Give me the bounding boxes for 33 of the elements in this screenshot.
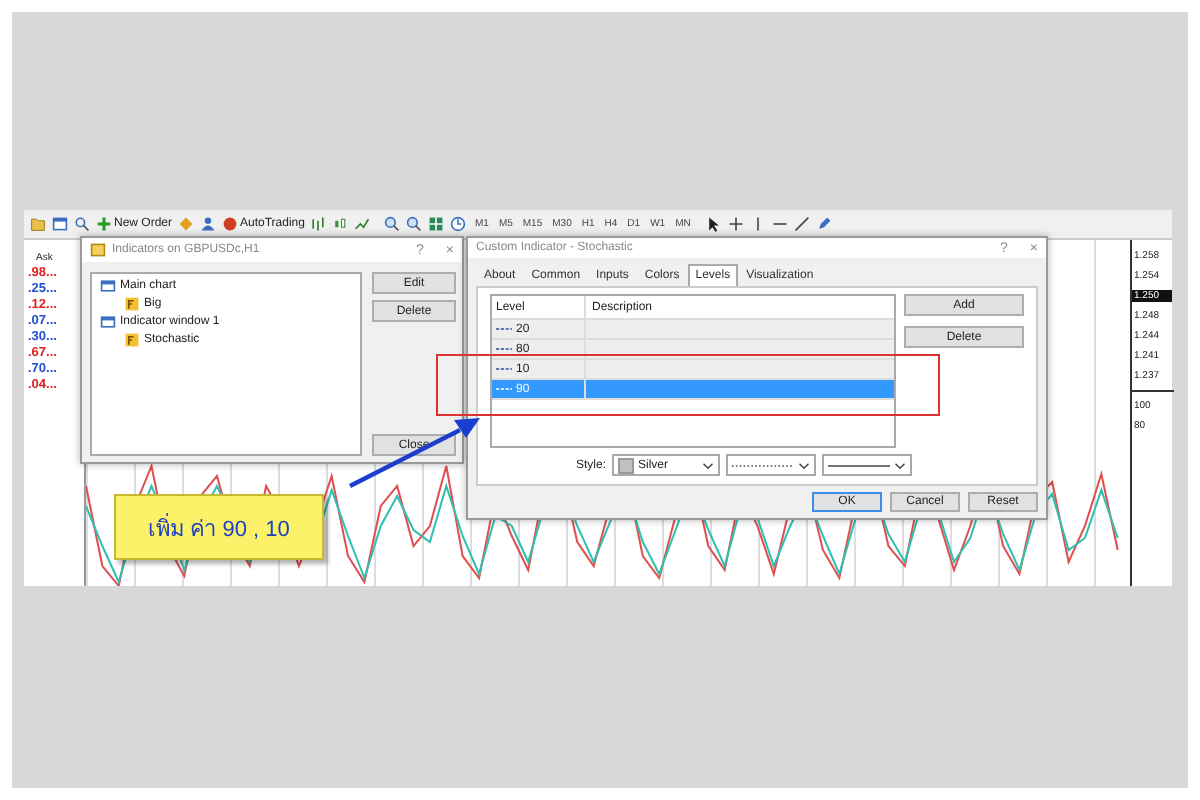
line-style-dropdown[interactable] — [726, 454, 816, 476]
indicator-icon — [124, 296, 140, 312]
grid-icon[interactable] — [428, 216, 445, 232]
trend-line-icon[interactable] — [794, 216, 811, 232]
window-icon — [90, 242, 106, 258]
crosshair-icon[interactable] — [728, 216, 745, 232]
callout-text: เพิ่ม ค่า 90 , 10 — [148, 511, 290, 545]
folder-icon[interactable] — [30, 216, 46, 232]
pencil-icon[interactable] — [816, 216, 833, 232]
level-line-icon — [496, 364, 512, 374]
solid-line-icon — [828, 461, 890, 469]
cursor-icon[interactable] — [706, 216, 723, 232]
chevron-down-icon — [702, 461, 714, 469]
level-line-icon — [496, 324, 512, 334]
chart-window-icon — [100, 314, 116, 330]
dotted-line-icon — [732, 461, 794, 469]
candlestick-icon[interactable] — [332, 216, 349, 232]
zoom-out-icon[interactable] — [406, 216, 423, 232]
search-icon[interactable] — [74, 216, 90, 232]
zoom-in-icon[interactable] — [384, 216, 401, 232]
level-line-icon — [496, 344, 512, 354]
bar-chart-icon[interactable] — [310, 216, 327, 232]
line-chart-icon[interactable] — [354, 216, 371, 232]
clock-icon[interactable] — [450, 216, 467, 232]
chart-window-icon — [100, 278, 116, 294]
chevron-down-icon — [894, 461, 906, 469]
window-icon[interactable] — [52, 216, 68, 232]
person-icon[interactable] — [200, 216, 217, 232]
level-line-icon — [496, 384, 512, 394]
plus-icon — [96, 216, 112, 232]
chevron-down-icon — [798, 461, 810, 469]
line-width-dropdown[interactable] — [822, 454, 912, 476]
indicator-icon — [124, 332, 140, 348]
